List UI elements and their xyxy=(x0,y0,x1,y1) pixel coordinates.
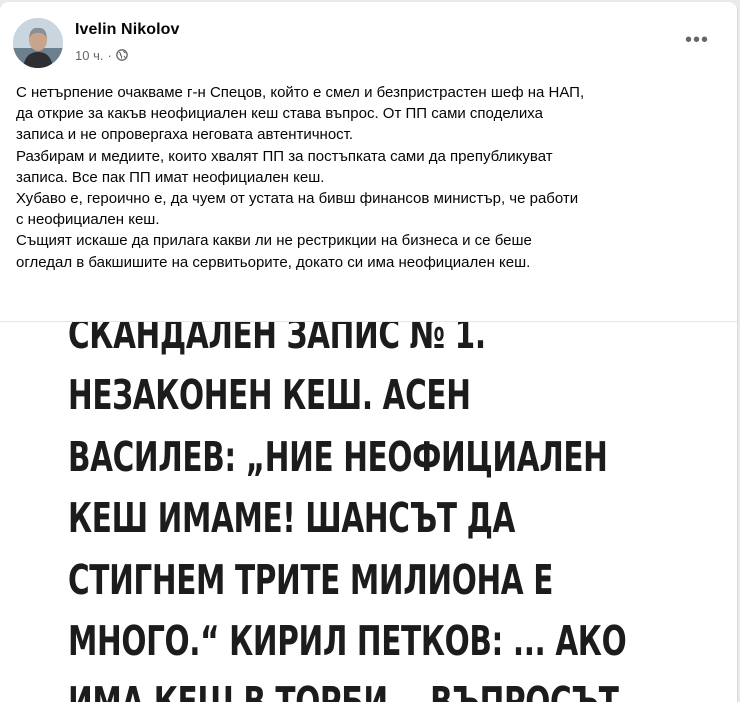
post-line: Хубаво е, героично е, да чуем от устата … xyxy=(16,190,579,208)
post-time[interactable]: 10 ч. xyxy=(75,48,103,63)
facebook-post: Ivelin Nikolov 10 ч. · ••• С нетърпение … xyxy=(0,2,737,702)
image-headline: СКАНДАЛЕН ЗАПИС № 1. НЕЗАКОНЕН КЕШ. АСЕН… xyxy=(68,321,627,702)
post-line: да открие за какъв неофициален кеш става… xyxy=(16,105,543,123)
post-image[interactable]: СКАНДАЛЕН ЗАПИС № 1. НЕЗАКОНЕН КЕШ. АСЕН… xyxy=(0,321,737,702)
headline-line: НЕЗАКОНЕН КЕШ. АСЕН xyxy=(68,371,471,420)
meta-separator: · xyxy=(107,47,112,63)
globe-icon[interactable] xyxy=(115,49,128,61)
headline-line: СТИГНЕМ ТРИТЕ МИЛИОНА Е xyxy=(68,555,554,604)
post-line: Разбирам и медиите, които хвалят ПП за п… xyxy=(16,147,553,165)
post-line: Същият искаше да прилага какви ли не рес… xyxy=(16,232,532,250)
headline-line: ВАСИЛЕВ: „НИЕ НЕОФИЦИАЛЕН xyxy=(68,432,608,481)
headline-line: КЕШ ИМАМЕ! ШАНСЪТ ДА xyxy=(68,494,516,543)
headline-line: МНОГО.“ КИРИЛ ПЕТКОВ: ... АКО xyxy=(68,617,627,666)
author-name[interactable]: Ivelin Nikolov xyxy=(75,21,180,39)
post-header: Ivelin Nikolov 10 ч. · ••• xyxy=(13,18,737,70)
more-options-icon[interactable]: ••• xyxy=(681,28,713,52)
post-line: записа и не опровергаха неговата автенти… xyxy=(16,126,354,144)
post-line: записа. Все пак ПП имат неофициален кеш. xyxy=(16,168,325,186)
post-line: огледал в бакшишите на сервитьорите, док… xyxy=(16,253,531,271)
post-meta: 10 ч. · xyxy=(75,47,128,63)
post-line: С нетърпение очакваме г-н Спецов, който … xyxy=(16,84,585,101)
avatar[interactable] xyxy=(13,18,63,68)
headline-line: ИМА КЕШ В ТОРБИ... ВЪПРОСЪТ xyxy=(68,672,619,702)
post-line: с неофициален кеш. xyxy=(16,211,160,229)
headline-line: СКАНДАЛЕН ЗАПИС № 1. xyxy=(68,321,486,358)
avatar-photo xyxy=(13,18,63,68)
post-text: С нетърпение очакваме г-н Спецов, който … xyxy=(16,82,716,273)
